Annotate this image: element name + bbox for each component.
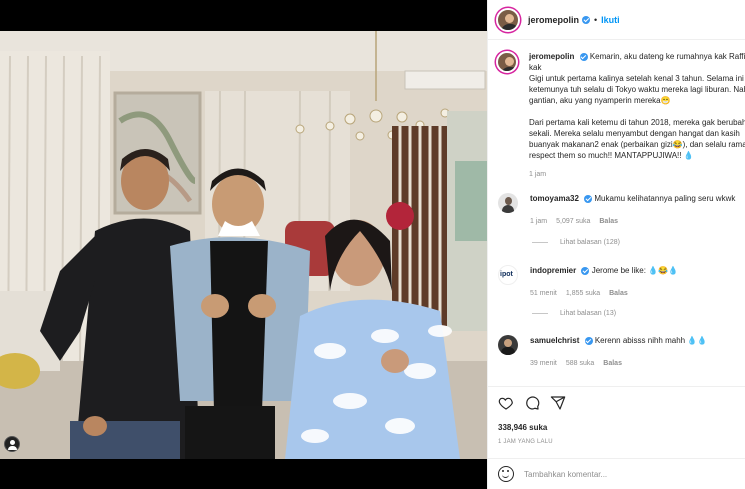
comment-text: Kerenn abisss nihh mahh 💧💧 — [594, 336, 708, 345]
commenter-avatar[interactable] — [498, 335, 518, 355]
reply-button[interactable]: Balas — [599, 218, 618, 225]
likes-count[interactable]: 338,946 suka — [498, 423, 547, 432]
post-time-ago[interactable]: 1 JAM YANG LALU — [498, 439, 553, 445]
view-replies-button[interactable]: Lihat balasan (13) — [532, 310, 616, 317]
comment-text: Jerome be like: 💧😂💧 — [591, 266, 679, 275]
indopremier-logo-icon: ipot — [500, 271, 513, 278]
separator-dot: • — [594, 14, 598, 25]
follow-button[interactable]: Ikuti — [601, 15, 620, 25]
comment-username[interactable]: indopremier — [530, 266, 576, 275]
comment-likes[interactable]: 1,855 suka — [566, 290, 600, 297]
reply-button[interactable]: Balas — [603, 360, 622, 367]
commenter-avatar[interactable] — [498, 193, 518, 213]
verified-badge-icon — [581, 266, 590, 275]
verified-badge-icon — [582, 15, 591, 24]
caption-text: Kemarin, aku dateng ke rumahnya kak Raff… — [529, 52, 745, 160]
author-avatar[interactable] — [496, 7, 520, 32]
heart-icon[interactable] — [498, 395, 514, 411]
caption-avatar[interactable] — [496, 51, 518, 73]
caption-time: 1 jam — [529, 171, 547, 178]
verified-badge-icon — [579, 52, 588, 61]
post-modal: jeromepolin • Ikuti jeromepolin Kemarin,… — [0, 0, 745, 489]
comment-time[interactable]: 39 menit — [530, 360, 557, 367]
post-actions: 338,946 suka 1 JAM YANG LALU — [488, 386, 745, 456]
commenter-avatar[interactable]: ipot — [498, 265, 518, 285]
comment-icon[interactable] — [524, 395, 540, 411]
comment-likes[interactable]: 588 suka — [566, 360, 594, 367]
verified-badge-icon — [584, 336, 593, 345]
view-replies-label: Lihat balasan (13) — [560, 310, 617, 317]
verified-badge-icon — [584, 194, 593, 203]
post-header: jeromepolin • Ikuti — [488, 0, 745, 40]
caption: jeromepolin Kemarin, aku dateng ke rumah… — [496, 51, 745, 180]
emoji-icon[interactable] — [498, 466, 514, 482]
comments-section[interactable]: jeromepolin Kemarin, aku dateng ke rumah… — [488, 41, 745, 386]
comment-time[interactable]: 1 jam — [530, 218, 547, 225]
comment-text: Mukamu kelihatannya paling seru wkwk — [594, 194, 736, 203]
view-replies-label: Lihat balasan (128) — [560, 239, 620, 246]
comment-time[interactable]: 51 menit — [530, 290, 557, 297]
comment-likes[interactable]: 5,097 suka — [556, 218, 590, 225]
caption-username[interactable]: jeromepolin — [529, 52, 574, 61]
share-icon[interactable] — [550, 395, 566, 411]
view-replies-button[interactable]: Lihat balasan (128) — [532, 239, 620, 246]
comment-username[interactable]: samuelchrist — [530, 336, 579, 345]
reply-button[interactable]: Balas — [609, 290, 628, 297]
comment-input[interactable] — [524, 469, 724, 479]
post-photo-image — [0, 31, 487, 459]
comment-item: samuelchrist Kerenn abisss nihh mahh 💧💧 … — [498, 335, 745, 369]
author-username[interactable]: jeromepolin — [528, 15, 579, 25]
user-tag-icon[interactable] — [4, 436, 20, 452]
post-photo[interactable] — [0, 31, 487, 459]
comment-username[interactable]: tomoyama32 — [530, 194, 579, 203]
add-comment-bar — [488, 458, 745, 489]
comment-item: ipot indopremier Jerome be like: 💧😂💧 51 … — [498, 265, 745, 299]
post-side-panel: jeromepolin • Ikuti jeromepolin Kemarin,… — [487, 0, 745, 489]
comment-item: tomoyama32 Mukamu kelihatannya paling se… — [498, 193, 745, 227]
